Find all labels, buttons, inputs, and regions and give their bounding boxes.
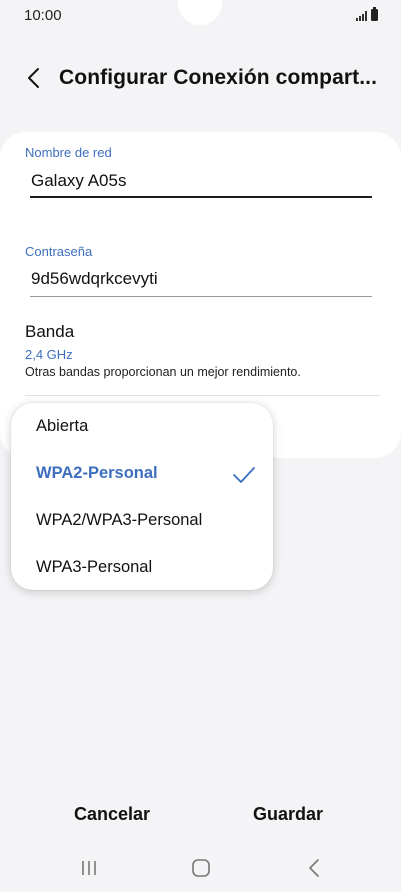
camera-notch [178, 0, 222, 25]
option-wpa2-wpa3-personal[interactable]: WPA2/WPA3-Personal [11, 499, 273, 545]
check-icon [233, 467, 255, 483]
screen: 10:00 Configurar Conexión compart... Nom… [0, 0, 401, 892]
band-value: 2,4 GHz [25, 347, 73, 362]
option-abierta[interactable]: Abierta [11, 405, 273, 451]
password-label: Contraseña [25, 244, 93, 259]
save-button[interactable]: Guardar [253, 804, 323, 825]
divider [25, 395, 380, 396]
back-button[interactable] [18, 62, 50, 94]
home-button[interactable] [181, 854, 221, 882]
bottom-actions: Cancelar Guardar [0, 800, 401, 836]
back-icon [309, 859, 319, 877]
chevron-left-icon [28, 68, 39, 88]
app-header: Configurar Conexión compart... [0, 58, 401, 100]
option-label: Abierta [36, 417, 89, 435]
cancel-button[interactable]: Cancelar [74, 804, 150, 825]
recents-button[interactable] [69, 854, 109, 882]
password-value: 9d56wdqrkcevyti [31, 269, 158, 288]
band-title: Banda [25, 322, 75, 341]
band-setting[interactable]: Banda 2,4 GHz Otras bandas proporcionan … [0, 320, 401, 392]
option-label: WPA2/WPA3-Personal [36, 511, 203, 529]
recents-icon [82, 861, 96, 875]
status-time: 10:00 [24, 7, 62, 24]
system-back-button[interactable] [294, 854, 334, 882]
option-label: WPA3-Personal [36, 558, 153, 576]
battery-icon [371, 7, 378, 21]
signal-icon [356, 10, 367, 21]
navigation-bar [0, 850, 401, 886]
network-name-value: Galaxy A05s [31, 171, 127, 190]
option-wpa3-personal[interactable]: WPA3-Personal [11, 546, 273, 592]
option-wpa2-personal[interactable]: WPA2-Personal [11, 452, 273, 498]
network-name-underline [30, 196, 372, 198]
band-description: Otras bandas proporcionan un mejor rendi… [25, 365, 301, 379]
option-label: WPA2-Personal [36, 464, 158, 482]
status-icons [356, 7, 378, 21]
password-underline [30, 296, 372, 297]
home-icon [192, 859, 210, 877]
security-dropdown: Abierta WPA2-Personal WPA2/WPA3-Personal… [11, 403, 273, 590]
page-title: Configurar Conexión compart... [59, 66, 378, 89]
status-bar: 10:00 [0, 0, 401, 32]
network-name-label: Nombre de red [25, 145, 112, 160]
